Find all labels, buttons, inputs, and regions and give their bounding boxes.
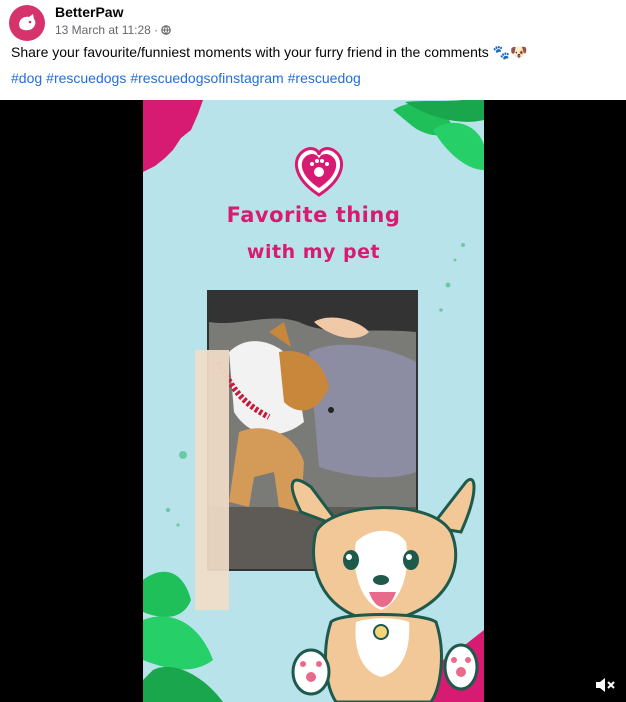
page-name-link[interactable]: BetterPaw [55, 4, 123, 20]
muted-speaker-icon[interactable] [594, 676, 616, 694]
globe-icon [161, 25, 171, 35]
tape-strip [195, 350, 229, 610]
post-meta: 13 March at 11:28 · [55, 23, 171, 37]
heart-paw-icon [295, 147, 343, 197]
video-title-line1: Favorite thing [226, 203, 401, 227]
hashtag-list: #dog #rescuedogs #rescuedogsofinstagram #re… [11, 70, 365, 86]
post-header: BetterPaw 13 March at 11:28 · Share your… [0, 0, 626, 100]
hashtag-link[interactable]: #rescuedog [288, 70, 361, 86]
hashtag-link[interactable]: #rescuedogsofinstagram [130, 70, 283, 86]
hashtag-link[interactable]: #dog [11, 70, 42, 86]
post-timestamp[interactable]: 13 March at 11:28 · [55, 23, 158, 37]
video-title-line2: with my pet [246, 241, 381, 263]
video-frame: Favorite thing with my pet [143, 100, 484, 702]
hashtag-link[interactable]: #rescuedogs [46, 70, 126, 86]
dog-logo-icon [19, 14, 36, 31]
video-player[interactable]: Favorite thing with my pet [0, 100, 626, 702]
post-text: Share your favourite/funniest moments wi… [11, 44, 528, 60]
page-avatar[interactable] [9, 5, 45, 41]
corgi-illustration [290, 478, 479, 702]
